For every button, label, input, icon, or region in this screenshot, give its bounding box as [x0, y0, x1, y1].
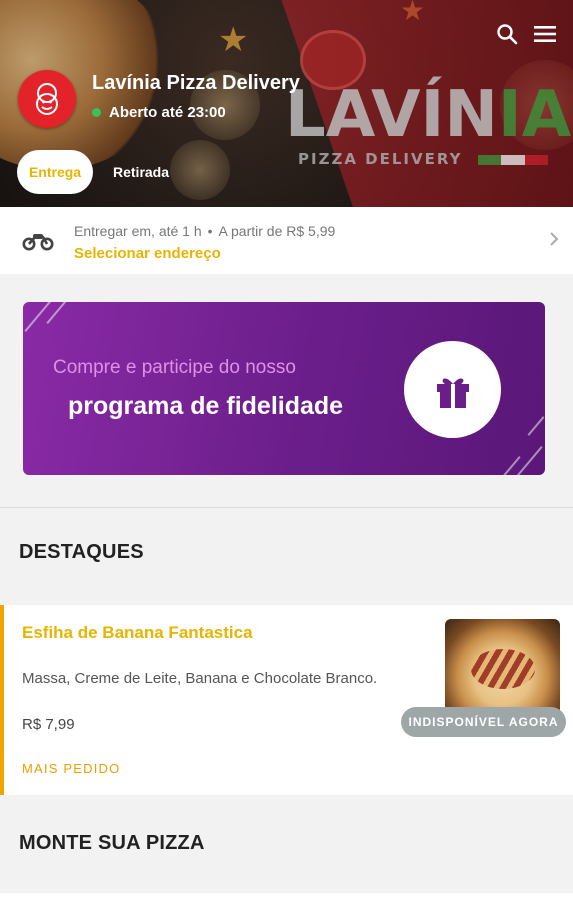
- tab-delivery[interactable]: Entrega: [17, 150, 93, 194]
- unavailable-badge: INDISPONÍVEL AGORA: [401, 707, 566, 737]
- loyalty-title: programa de fidelidade: [68, 392, 344, 420]
- gift-icon: [436, 378, 469, 408]
- store-name: Lavínia Pizza Delivery: [92, 72, 300, 94]
- search-icon[interactable]: [495, 22, 519, 46]
- product-name: Esfiha de Banana Fantastica: [22, 623, 253, 642]
- motorcycle-icon: [22, 229, 54, 256]
- banner-decoration: [493, 456, 521, 475]
- next-section-edge: [0, 893, 573, 900]
- flag-stripe: [478, 155, 548, 165]
- status-dot: [92, 108, 101, 117]
- brand-logo-subtitle: PIZZA DELIVERY: [298, 150, 463, 168]
- store-avatar: [18, 70, 76, 128]
- delivery-address-bar[interactable]: Entregar em, até 1 h • A partir de R$ 5,99…: [0, 207, 573, 274]
- chef-logo-icon: [36, 83, 58, 115]
- star-ornament-icon: ★: [218, 21, 249, 59]
- store-status-text: Aberto até 23:00: [109, 104, 226, 121]
- product-price: R$ 7,99: [22, 716, 75, 733]
- delivery-fee: A partir de R$ 5,99: [218, 223, 336, 239]
- separator-dot: •: [207, 223, 213, 239]
- loyalty-program-banner[interactable]: Compre e participe do nosso programa de …: [23, 302, 545, 475]
- menu-icon[interactable]: [533, 22, 557, 46]
- product-topping: [471, 649, 535, 689]
- banner-decoration: [527, 416, 545, 436]
- tab-pickup[interactable]: Retirada: [99, 150, 183, 194]
- gift-badge: [404, 341, 501, 438]
- section-title-highlights: DESTAQUES: [19, 541, 144, 563]
- select-address-link[interactable]: Selecionar endereço: [74, 245, 221, 262]
- product-description: Massa, Creme de Leite, Banana e Chocolat…: [22, 670, 378, 687]
- product-tag: MAIS PEDIDO: [22, 761, 121, 776]
- section-title-build-pizza: MONTE SUA PIZZA: [19, 832, 205, 854]
- banner-decoration: [24, 302, 52, 332]
- brand-logo-text: LAVÍNIA: [285, 78, 572, 152]
- store-status: Aberto até 23:00: [92, 104, 226, 121]
- banner-decoration: [515, 446, 543, 475]
- order-mode-tabs: Entrega Retirada: [17, 150, 183, 194]
- delivery-eta: Entregar em, até 1 h: [74, 223, 202, 239]
- delivery-info: Entregar em, até 1 h • A partir de R$ 5,99: [74, 223, 335, 239]
- chevron-right-icon: [549, 231, 559, 252]
- section-divider: [0, 507, 573, 508]
- store-header: ★ ★ LAVÍNIA PIZZA DELIVERY Lavínia Pizza…: [0, 0, 573, 207]
- loyalty-subtitle: Compre e participe do nosso: [53, 357, 296, 378]
- banner-decoration: [46, 302, 74, 324]
- product-card[interactable]: Esfiha de Banana Fantastica Massa, Creme…: [0, 605, 573, 795]
- header-actions: [495, 22, 557, 46]
- product-image: [445, 619, 560, 715]
